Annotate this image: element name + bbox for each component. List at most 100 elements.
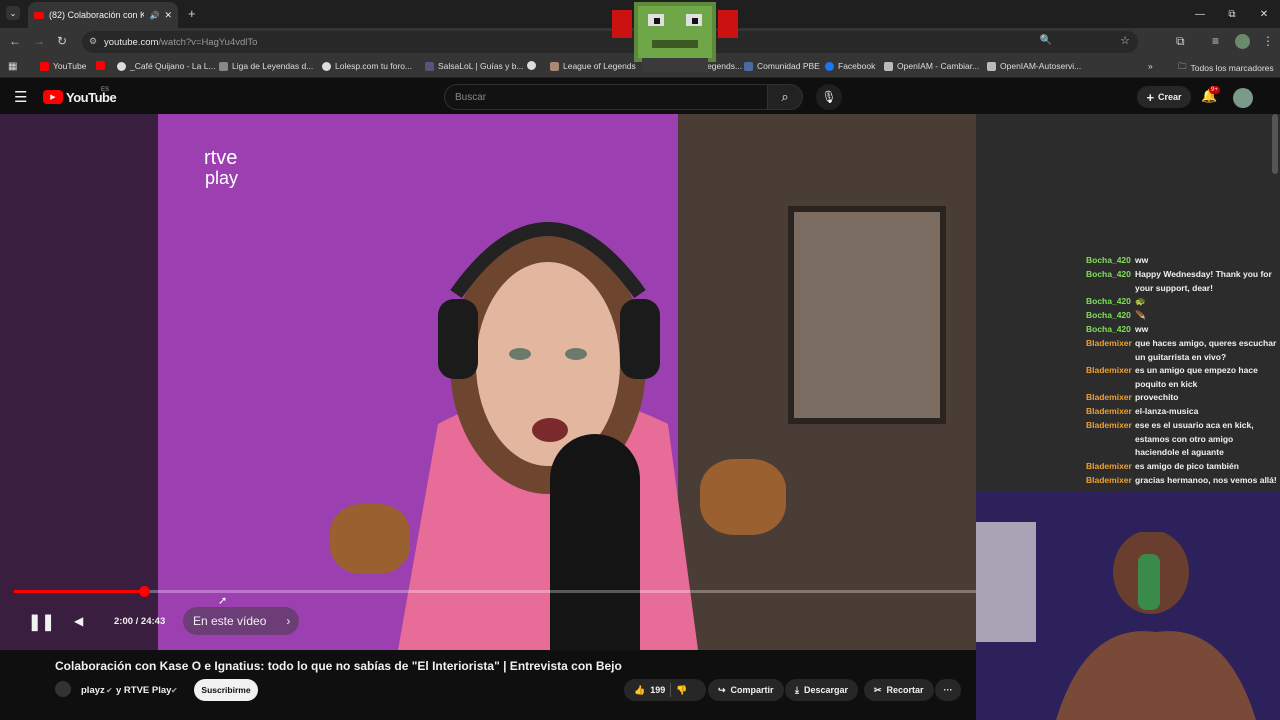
tab-title: (82) Colaboración con Kase: [49, 10, 145, 20]
verified-icon: ✔: [171, 686, 178, 695]
close-window-button[interactable]: ✕: [1248, 0, 1280, 28]
chat-text: ᴡᴡ: [1135, 324, 1149, 334]
bookmark-openiam-2[interactable]: OpenIAM-Autoservi...: [987, 61, 1081, 71]
pause-icon[interactable]: ❚❚: [28, 612, 55, 632]
download-button[interactable]: ⤓ Descargar: [785, 679, 859, 701]
chat-username: Blademixer: [1086, 392, 1132, 402]
framed-photo: [788, 206, 946, 424]
bookmark-cafe[interactable]: _Café Quijano - La L...: [117, 61, 216, 71]
share-icon: ↪: [718, 684, 726, 695]
bookmarks-overflow-icon[interactable]: »: [1148, 61, 1153, 71]
create-button[interactable]: + Crear: [1137, 86, 1191, 108]
chat-text: 🪶: [1135, 310, 1146, 320]
share-button[interactable]: ↪ Compartir: [708, 679, 784, 701]
extensions-icon[interactable]: ⧉: [1176, 34, 1185, 49]
window-controls: — ⧉ ✕: [1184, 0, 1280, 28]
apps-grid-icon[interactable]: ▦: [8, 61, 17, 72]
thumbs-down-icon[interactable]: 👎: [676, 685, 687, 696]
subscribe-button[interactable]: Suscribirme: [194, 679, 258, 701]
url-host: youtube.com: [104, 36, 159, 48]
chat-username: Bocha_420: [1086, 296, 1131, 306]
all-bookmarks[interactable]: 🗀 Todos los marcadores: [1178, 61, 1274, 75]
region-code: ES: [101, 87, 110, 93]
forward-arrow-icon[interactable]: →: [33, 34, 45, 48]
youtube-header: ☰ ▶ YouTube ES Buscar ⌕ 🎙 + Crear 🔔 9+: [0, 80, 1280, 114]
streamer-webcam: [976, 492, 1280, 720]
chat-text: es amigo de pico también: [1135, 461, 1239, 471]
clip-button[interactable]: ✂ Recortar: [864, 679, 934, 701]
chapters-label: En este vídeo: [193, 614, 267, 628]
rtve-watermark: rtve: [204, 147, 238, 169]
video-player[interactable]: rtve play: [0, 114, 976, 650]
bookmark-label: Comunidad PBE: [757, 61, 820, 71]
browser-tab-active[interactable]: (82) Colaboración con Kase 🔊 ✕: [28, 2, 178, 28]
chat-text: que haces amigo, queres escuchar un guit…: [1135, 338, 1277, 362]
bookmark-label: YouTube: [53, 61, 87, 71]
channel-avatar[interactable]: [55, 681, 71, 697]
bookmark-label: Todos los marcadores: [1190, 63, 1274, 73]
bookmark-facebook[interactable]: Facebook: [825, 61, 875, 71]
page-scrollbar[interactable]: [1272, 114, 1278, 174]
stream-chat-overlay: Bocha_420 ᴡᴡ Bocha_420 Happy Wednesday! Tha…: [976, 114, 1280, 492]
bookmark-openiam[interactable]: OpenIAM - Cambiar...: [884, 61, 979, 71]
reload-icon[interactable]: ↻: [57, 34, 67, 48]
collab-channel[interactable]: y RTVE Play: [116, 685, 171, 696]
download-icon: ⤓: [795, 684, 799, 695]
bookmark-lolesp[interactable]: Lolesp.com tu foro...: [322, 61, 412, 71]
bookmark-youtube[interactable]: YouTube: [40, 61, 86, 71]
search-input[interactable]: Buscar: [444, 84, 768, 110]
chat-text: provechito: [1135, 392, 1179, 402]
restore-button[interactable]: ⧉: [1216, 0, 1248, 28]
chat-username: Blademixer: [1086, 461, 1132, 471]
bookmark-youtube-2[interactable]: [96, 61, 105, 70]
account-avatar[interactable]: [1233, 88, 1253, 108]
chat-username: Bocha_420: [1086, 255, 1131, 265]
interviewee-figure: [398, 174, 698, 650]
chapters-button[interactable]: En este vídeo ›: [183, 607, 299, 635]
tab-search-button[interactable]: ⌄: [6, 6, 20, 20]
chat-text: gracias hermanoo, nos vemos allá!: [1135, 475, 1277, 485]
share-label: Compartir: [730, 685, 774, 695]
chat-username: Bocha_420: [1086, 324, 1131, 334]
bookmark-salsalol[interactable]: SalsaLoL | Guías y b...: [425, 61, 524, 71]
chat-text: ᴡᴡ: [1135, 255, 1149, 265]
bookmark-generic[interactable]: [527, 61, 536, 70]
search-button[interactable]: ⌕: [767, 84, 803, 110]
bookmark-star-icon[interactable]: ☆: [1120, 34, 1130, 47]
more-actions-button[interactable]: ···: [935, 679, 961, 701]
bookmark-label: Liga de Leyendas d...: [232, 61, 314, 71]
zoom-icon[interactable]: 🔍: [1040, 35, 1052, 46]
pixel-goblin-overlay: [612, 0, 738, 72]
volume-icon[interactable]: ◀: [74, 614, 83, 628]
media-controls-icon[interactable]: ≡: [1212, 34, 1219, 48]
youtube-logo-icon[interactable]: ▶: [43, 90, 63, 104]
tab-close-icon[interactable]: ✕: [164, 10, 172, 21]
address-bar[interactable]: ⚙ youtube.com/watch?v=HagYu4vdlTo 🔍 ☆: [82, 31, 1138, 53]
channel-name[interactable]: playz: [81, 685, 105, 696]
bookmark-pbe[interactable]: Comunidad PBE: [744, 61, 820, 71]
chat-username: Bocha_420: [1086, 310, 1131, 320]
progress-scrubber-handle[interactable]: [138, 586, 150, 597]
time-display: 2:00 / 24:43: [114, 616, 166, 627]
site-info-icon[interactable]: ⚙: [89, 36, 97, 47]
bookmark-liga[interactable]: Liga de Leyendas d...: [219, 61, 313, 71]
chat-username: Blademixer: [1086, 338, 1132, 348]
thumbs-up-icon[interactable]: 👍: [634, 685, 645, 696]
new-tab-button[interactable]: +: [188, 6, 196, 21]
chat-username: Blademixer: [1086, 420, 1132, 430]
progress-track[interactable]: [14, 590, 976, 593]
browser-tab-strip: ⌄ (82) Colaboración con Kase 🔊 ✕ + — ⧉ ✕: [0, 0, 1280, 72]
chrome-menu-icon[interactable]: ⋮: [1262, 34, 1274, 48]
folder-icon: 🗀: [1178, 61, 1187, 71]
like-count: 199: [650, 685, 666, 695]
voice-search-icon[interactable]: 🎙: [816, 84, 842, 110]
minimize-button[interactable]: —: [1184, 0, 1216, 28]
back-arrow-icon[interactable]: ←: [9, 34, 21, 48]
chat-text: ese es el usuario aca en kick, estamos c…: [1135, 420, 1254, 457]
profile-avatar[interactable]: [1235, 34, 1250, 49]
chevron-right-icon: ›: [286, 614, 291, 628]
hamburger-menu-icon[interactable]: ☰: [14, 88, 27, 106]
notification-count-badge: 9+: [1209, 86, 1220, 94]
divider: [670, 683, 672, 697]
tab-audio-icon[interactable]: 🔊: [149, 11, 159, 20]
